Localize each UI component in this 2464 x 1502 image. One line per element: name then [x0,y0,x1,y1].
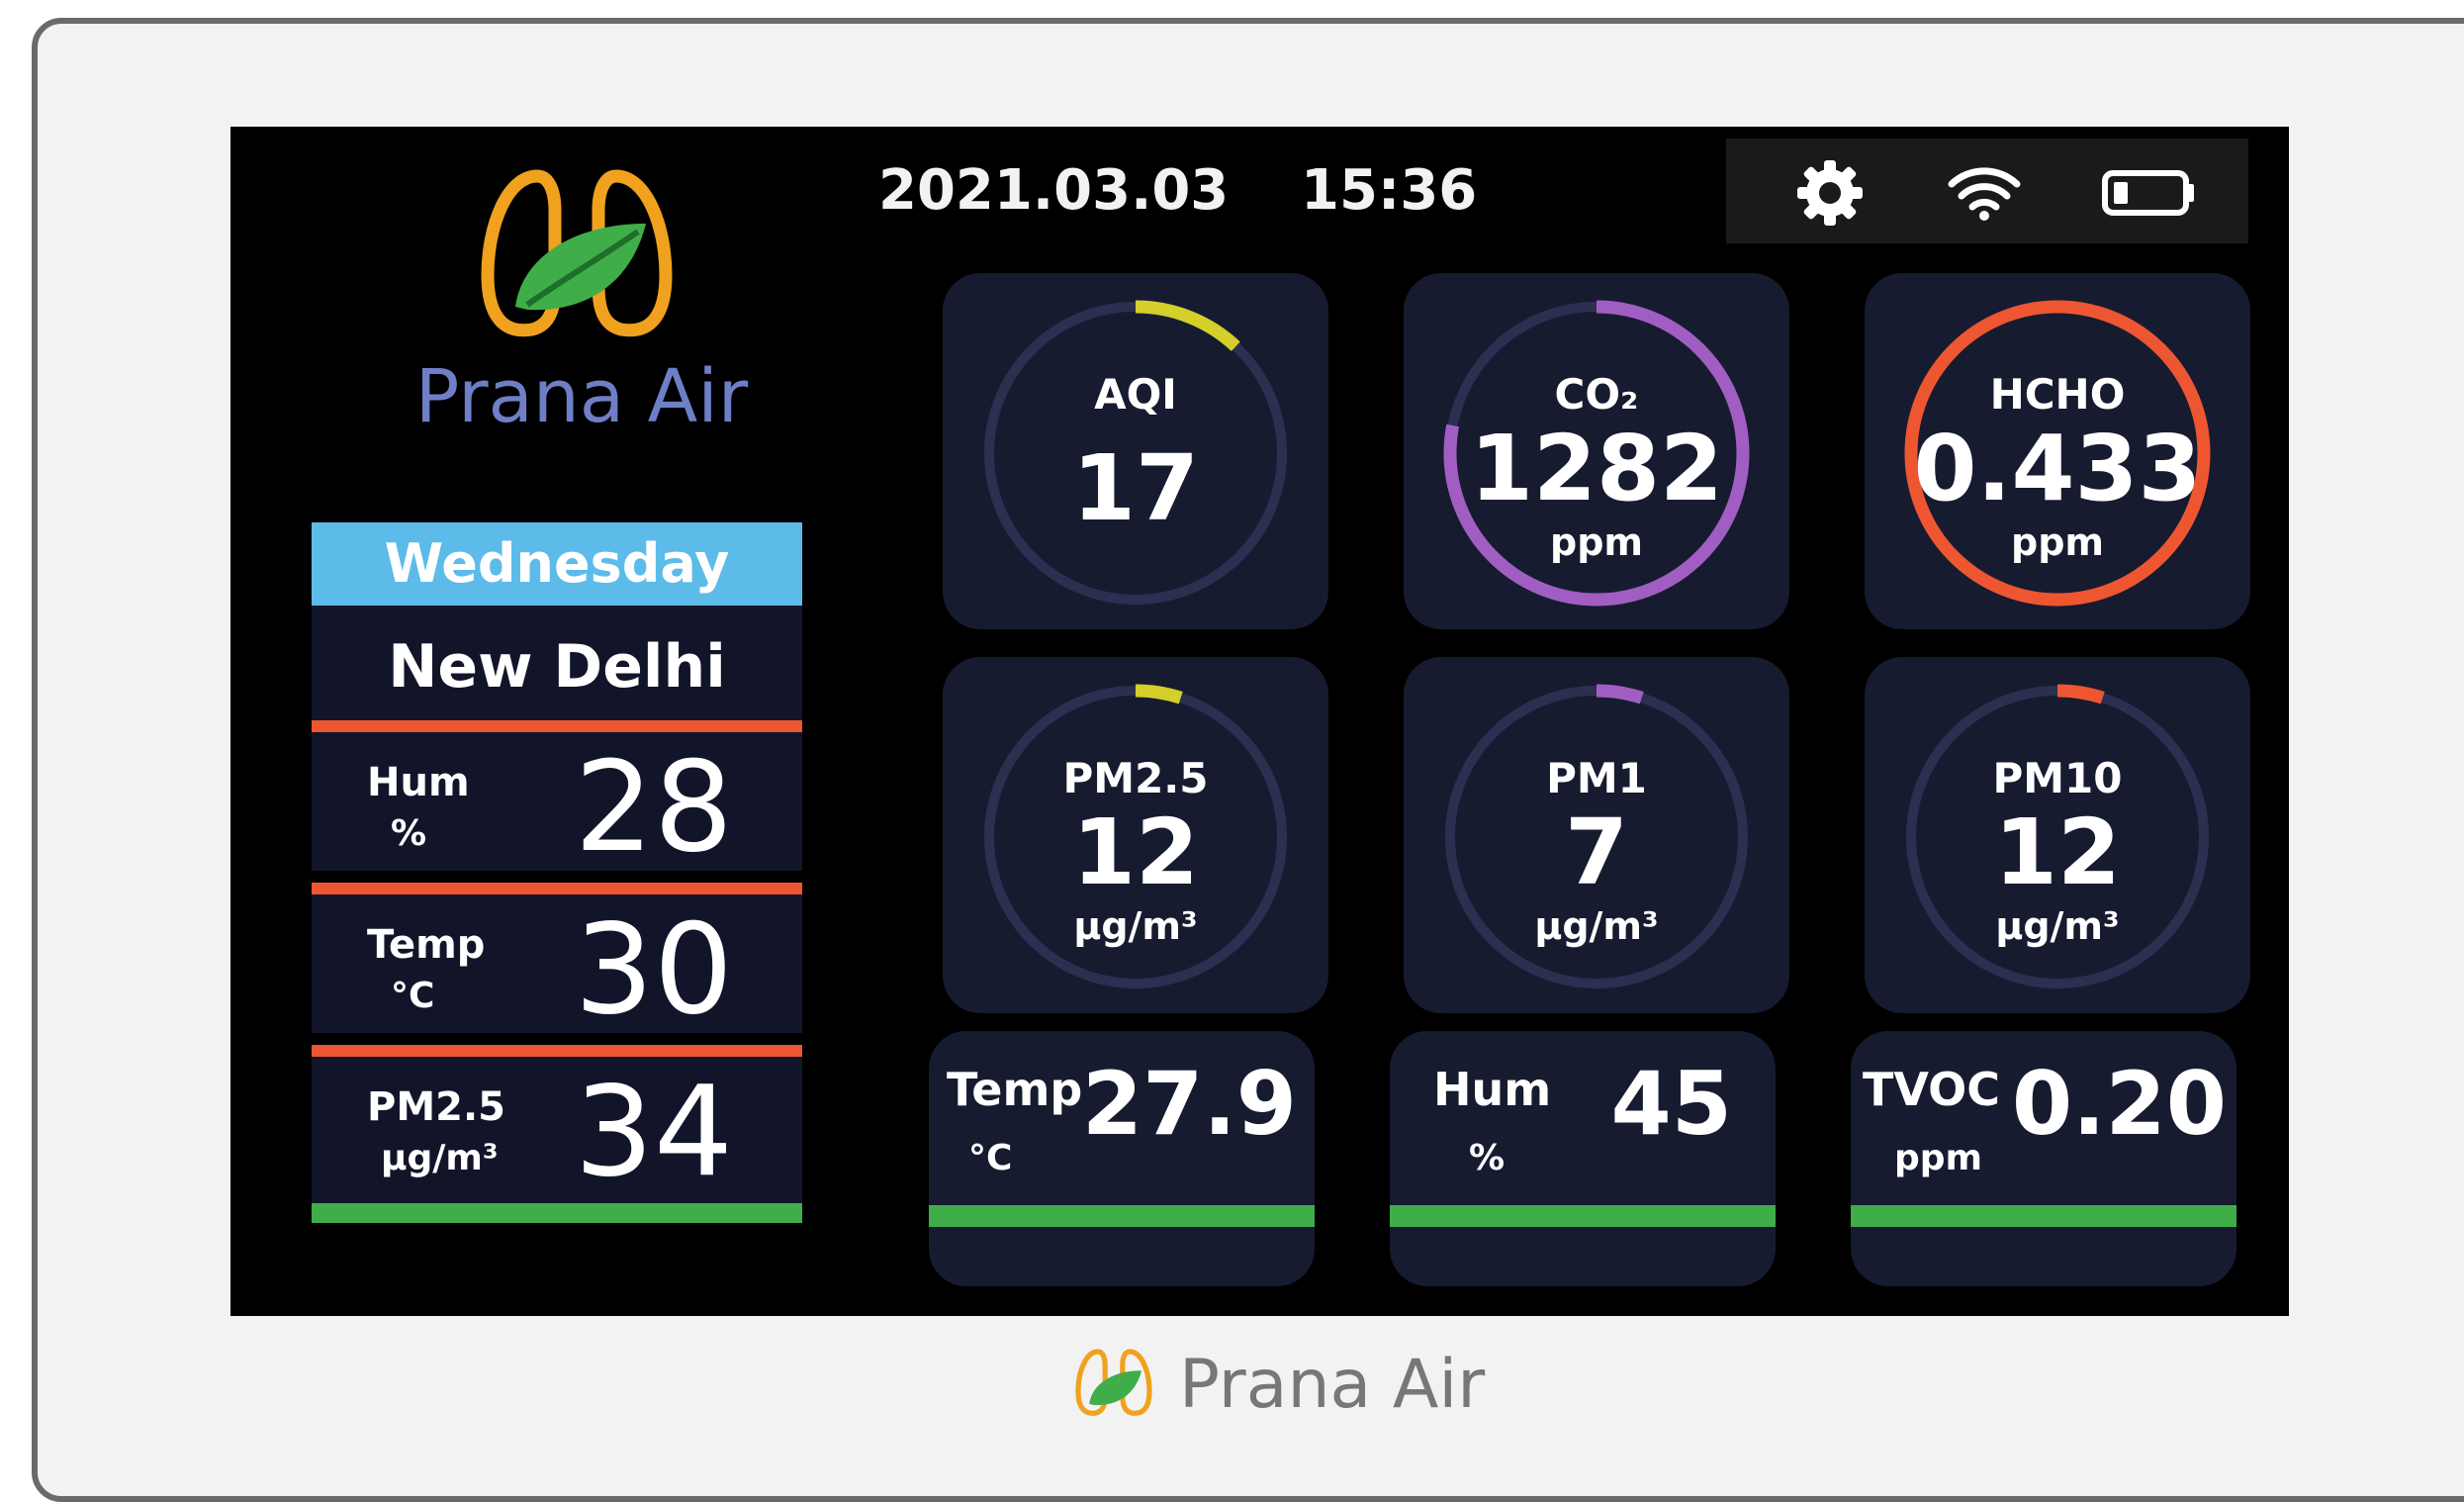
sensor-label: CO₂ [1554,370,1639,419]
indoor-value: 45 [1610,1053,1732,1155]
outdoor-humidity: Hum % 28 [312,720,802,877]
indoor-value: 0.20 [2011,1053,2227,1155]
city-label: New Delhi [312,606,802,720]
wifi-icon[interactable] [1948,162,2021,226]
sensor-label: PM10 [1992,754,2123,802]
sensor-label: AQI [1094,370,1177,419]
sensor-card-hcho[interactable]: HCHO 0.433 ppm [1865,273,2250,629]
sensor-unit: ppm [2011,520,2104,564]
indoor-name: Hum [1433,1063,1552,1116]
indoor-name: TVOC [1863,1063,2001,1116]
indoor-unit: ppm [1894,1138,1983,1178]
lungs-leaf-icon [1075,1349,1152,1416]
sensor-unit: ppm [1550,520,1643,564]
sensor-card-pm25[interactable]: PM2.5 12 µg/m³ [943,657,1328,1013]
sensor-value: 7 [1564,799,1628,905]
stat-unit: °C [391,976,435,1016]
indoor-unit: % [1469,1138,1506,1178]
indoor-value: 27.9 [1081,1053,1297,1155]
sensor-unit: µg/m³ [1534,904,1659,948]
indoor-unit: °C [968,1138,1013,1178]
sensor-unit: µg/m³ [1073,904,1198,948]
sensor-value: 1282 [1469,416,1724,521]
stat-unit: µg/m³ [381,1138,499,1178]
indoor-temperature-card[interactable]: Temp °C 27.9 [929,1031,1315,1286]
sensor-card-pm10[interactable]: PM10 12 µg/m³ [1865,657,2250,1013]
sensor-card-pm1[interactable]: PM1 7 µg/m³ [1404,657,1789,1013]
sensor-value: 17 [1071,435,1200,541]
day-label: Wednesday [312,522,802,606]
sensor-value: 12 [1071,799,1200,905]
display-screen: Prana Air 2021.03.03 15:36 Wednesday New… [230,127,2289,1316]
brand-name: Prana Air [414,354,749,439]
stat-value: 28 [574,734,733,880]
time-display: 15:36 [1301,158,1478,223]
status-bar-good [1390,1205,1776,1227]
stat-unit: % [391,813,427,854]
indoor-name: Temp [947,1063,1083,1116]
stat-name: Temp [367,922,486,968]
sensor-card-aqi[interactable]: AQI 17 [943,273,1328,629]
stat-name: PM2.5 [367,1084,505,1130]
outdoor-temperature: Temp °C 30 [312,883,802,1039]
sensor-card-co2[interactable]: CO₂ 1282 ppm [1404,273,1789,629]
status-bar-good [1851,1205,2236,1227]
sensor-label: PM2.5 [1062,754,1209,802]
footer-brand-name: Prana Air [1179,1346,1486,1424]
lungs-leaf-icon [481,169,673,337]
indoor-humidity-card[interactable]: Hum % 45 [1390,1031,1776,1286]
status-bar-good [929,1205,1315,1227]
sensor-value: 12 [1993,799,2122,905]
outdoor-pm25: PM2.5 µg/m³ 34 [312,1045,802,1223]
sensor-label: HCHO [1989,370,2126,419]
sensor-unit: µg/m³ [1995,904,2120,948]
sensor-value: 0.433 [1913,416,2202,521]
gear-icon[interactable] [1795,158,1865,232]
stat-value: 30 [574,896,733,1042]
date-display: 2021.03.03 [878,158,1230,223]
indoor-tvoc-card[interactable]: TVOC ppm 0.20 [1851,1031,2236,1286]
stat-name: Hum [367,760,470,805]
stat-value: 34 [574,1059,733,1204]
battery-icon[interactable] [2102,170,2197,220]
status-bar [1726,139,2248,243]
sensor-label: PM1 [1546,754,1647,802]
